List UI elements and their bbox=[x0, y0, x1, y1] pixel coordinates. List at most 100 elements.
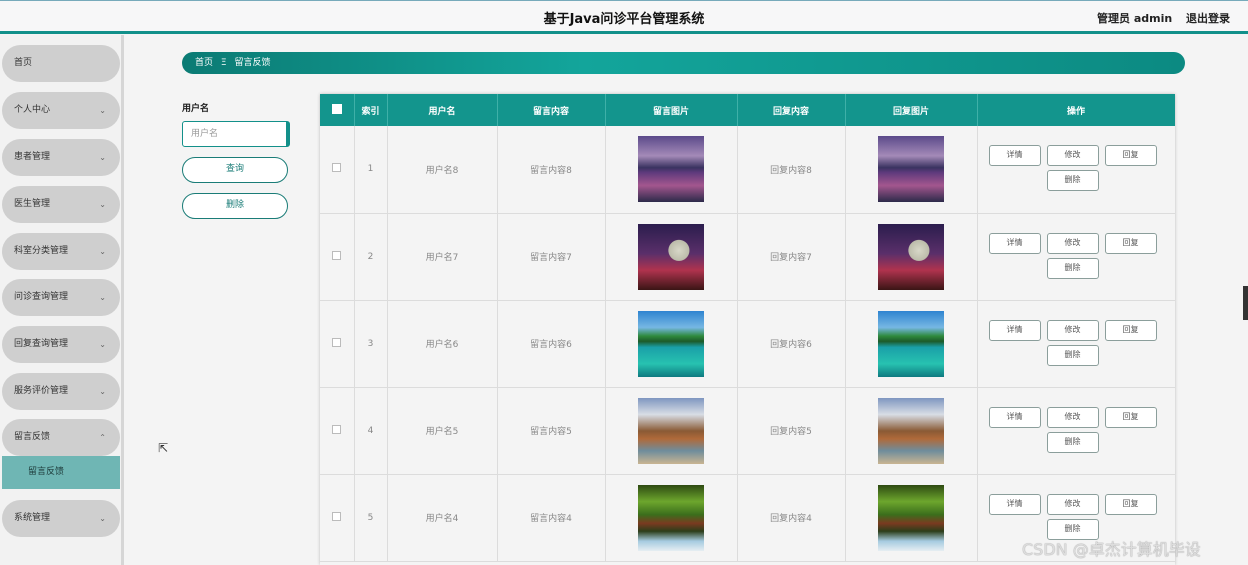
sidebar-item-label: 服务评价管理 bbox=[14, 386, 69, 396]
edit-button[interactable]: 修改 bbox=[1046, 493, 1099, 515]
breadcrumb-separator: Ξ bbox=[220, 58, 227, 68]
cell-index: 2 bbox=[354, 213, 388, 301]
reply-image bbox=[878, 223, 944, 290]
table-header-row: 索引 用户名 留言内容 留言图片 回复内容 回复图片 操作 bbox=[320, 94, 1175, 126]
scrollbar-handle[interactable] bbox=[1243, 286, 1248, 320]
column-header-actions: 操作 bbox=[977, 94, 1175, 126]
sidebar-item-consultations[interactable]: 问诊查询管理 ⌄ bbox=[2, 279, 120, 316]
row-checkbox[interactable] bbox=[320, 213, 355, 301]
cell-username: 用户名6 bbox=[387, 300, 498, 388]
cell-username: 用户名8 bbox=[387, 126, 498, 214]
breadcrumb-home[interactable]: 首页 bbox=[195, 58, 213, 68]
breadcrumb-current: 留言反馈 bbox=[234, 58, 271, 68]
sidebar-item-home[interactable]: 首页 bbox=[2, 45, 120, 82]
breadcrumb: 首页 Ξ 留言反馈 bbox=[182, 52, 1185, 74]
cell-reply: 回复内容6 bbox=[737, 300, 846, 388]
sidebar-subitem-feedback[interactable]: 留言反馈 bbox=[2, 456, 120, 489]
reply-button[interactable]: 回复 bbox=[1104, 406, 1157, 428]
detail-button[interactable]: 详情 bbox=[988, 319, 1041, 341]
detail-button[interactable]: 详情 bbox=[988, 406, 1041, 428]
reply-button[interactable]: 回复 bbox=[1104, 319, 1157, 341]
cell-message: 留言内容5 bbox=[497, 387, 606, 475]
sidebar-item-patients[interactable]: 患者管理 ⌄ bbox=[2, 139, 120, 176]
row-checkbox[interactable] bbox=[320, 474, 355, 562]
message-image bbox=[638, 484, 704, 551]
chevron-down-icon: ⌄ bbox=[99, 247, 106, 256]
chevron-down-icon: ⌄ bbox=[99, 106, 106, 115]
cell-reply-image bbox=[845, 387, 978, 475]
sidebar-item-replies[interactable]: 回复查询管理 ⌄ bbox=[2, 326, 120, 363]
chevron-down-icon: ⌄ bbox=[99, 340, 106, 349]
username-search-input[interactable] bbox=[182, 121, 290, 147]
logout-link[interactable]: 退出登录 bbox=[1186, 10, 1230, 26]
sidebar-item-departments[interactable]: 科室分类管理 ⌄ bbox=[2, 233, 120, 270]
row-checkbox[interactable] bbox=[320, 387, 355, 475]
sidebar-item-label: 科室分类管理 bbox=[14, 246, 69, 256]
cell-actions: 详情 修改 回复 删除 bbox=[977, 300, 1175, 388]
sidebar-item-label: 个人中心 bbox=[14, 105, 51, 115]
column-header-index: 索引 bbox=[354, 94, 388, 126]
cell-index: 1 bbox=[354, 126, 388, 214]
table-row: 2 用户名7 留言内容7 回复内容7 详情 修改 回复 删除 bbox=[320, 213, 1175, 301]
mouse-cursor-icon: ⇱ bbox=[158, 441, 169, 455]
cell-reply: 回复内容8 bbox=[737, 126, 846, 214]
query-button[interactable]: 查询 bbox=[182, 157, 288, 183]
sidebar-item-personal[interactable]: 个人中心 ⌄ bbox=[2, 92, 120, 129]
watermark: CSDN @卓杰计算机毕设 bbox=[1022, 540, 1201, 559]
sidebar-item-doctors[interactable]: 医生管理 ⌄ bbox=[2, 186, 120, 223]
delete-button[interactable]: 删除 bbox=[182, 193, 288, 219]
cell-reply: 回复内容7 bbox=[737, 213, 846, 301]
sidebar-item-feedback[interactable]: 留言反馈 ⌃ bbox=[2, 419, 120, 456]
column-header-message-image: 留言图片 bbox=[605, 94, 738, 126]
reply-button[interactable]: 回复 bbox=[1104, 232, 1157, 254]
cell-actions: 详情 修改 回复 删除 bbox=[977, 213, 1175, 301]
chevron-down-icon: ⌄ bbox=[99, 153, 106, 162]
sidebar-item-label: 留言反馈 bbox=[14, 432, 51, 442]
chevron-up-icon: ⌃ bbox=[99, 433, 106, 442]
app-title: 基于Java问诊平台管理系统 bbox=[543, 12, 705, 27]
column-header-reply: 回复内容 bbox=[737, 94, 846, 126]
reply-button[interactable]: 回复 bbox=[1104, 493, 1157, 515]
cell-message-image bbox=[605, 300, 738, 388]
chevron-down-icon: ⌄ bbox=[99, 200, 106, 209]
row-checkbox[interactable] bbox=[320, 126, 355, 214]
sidebar-item-system[interactable]: 系统管理 ⌄ bbox=[2, 500, 120, 537]
cell-message: 留言内容8 bbox=[497, 126, 606, 214]
sidebar-item-label: 回复查询管理 bbox=[14, 339, 69, 349]
row-delete-button[interactable]: 删除 bbox=[1046, 257, 1099, 279]
sidebar-item-label: 医生管理 bbox=[14, 199, 51, 209]
row-delete-button[interactable]: 删除 bbox=[1046, 431, 1099, 453]
edit-button[interactable]: 修改 bbox=[1046, 145, 1099, 167]
detail-button[interactable]: 详情 bbox=[988, 493, 1041, 515]
edit-button[interactable]: 修改 bbox=[1046, 319, 1099, 341]
row-checkbox[interactable] bbox=[320, 300, 355, 388]
reply-button[interactable]: 回复 bbox=[1104, 145, 1157, 167]
cell-index: 5 bbox=[354, 474, 388, 562]
sidebar-item-reviews[interactable]: 服务评价管理 ⌄ bbox=[2, 373, 120, 410]
column-header-reply-image: 回复图片 bbox=[845, 94, 978, 126]
cell-message: 留言内容4 bbox=[497, 474, 606, 562]
edit-button[interactable]: 修改 bbox=[1046, 232, 1099, 254]
sidebar: 首页 个人中心 ⌄ 患者管理 ⌄ 医生管理 ⌄ 科室分类管理 ⌄ 问诊查询管理 ⌄ 回复查… bbox=[0, 35, 124, 565]
cell-message: 留言内容7 bbox=[497, 213, 606, 301]
cell-reply: 回复内容5 bbox=[737, 387, 846, 475]
reply-image bbox=[878, 397, 944, 464]
cell-message-image bbox=[605, 474, 738, 562]
cell-message-image bbox=[605, 126, 738, 214]
select-all-checkbox[interactable] bbox=[320, 94, 355, 126]
row-delete-button[interactable]: 删除 bbox=[1046, 170, 1099, 192]
cell-message-image bbox=[605, 387, 738, 475]
reply-image bbox=[878, 484, 944, 551]
edit-button[interactable]: 修改 bbox=[1046, 406, 1099, 428]
detail-button[interactable]: 详情 bbox=[988, 232, 1041, 254]
cell-index: 3 bbox=[354, 300, 388, 388]
message-image bbox=[638, 397, 704, 464]
sidebar-item-label: 患者管理 bbox=[14, 152, 51, 162]
search-label: 用户名 bbox=[182, 104, 210, 114]
cell-message: 留言内容6 bbox=[497, 300, 606, 388]
detail-button[interactable]: 详情 bbox=[988, 145, 1041, 167]
cell-username: 用户名4 bbox=[387, 474, 498, 562]
cell-actions: 详情 修改 回复 删除 bbox=[977, 126, 1175, 214]
row-delete-button[interactable]: 删除 bbox=[1046, 344, 1099, 366]
admin-label: 管理员 admin bbox=[1097, 12, 1173, 25]
